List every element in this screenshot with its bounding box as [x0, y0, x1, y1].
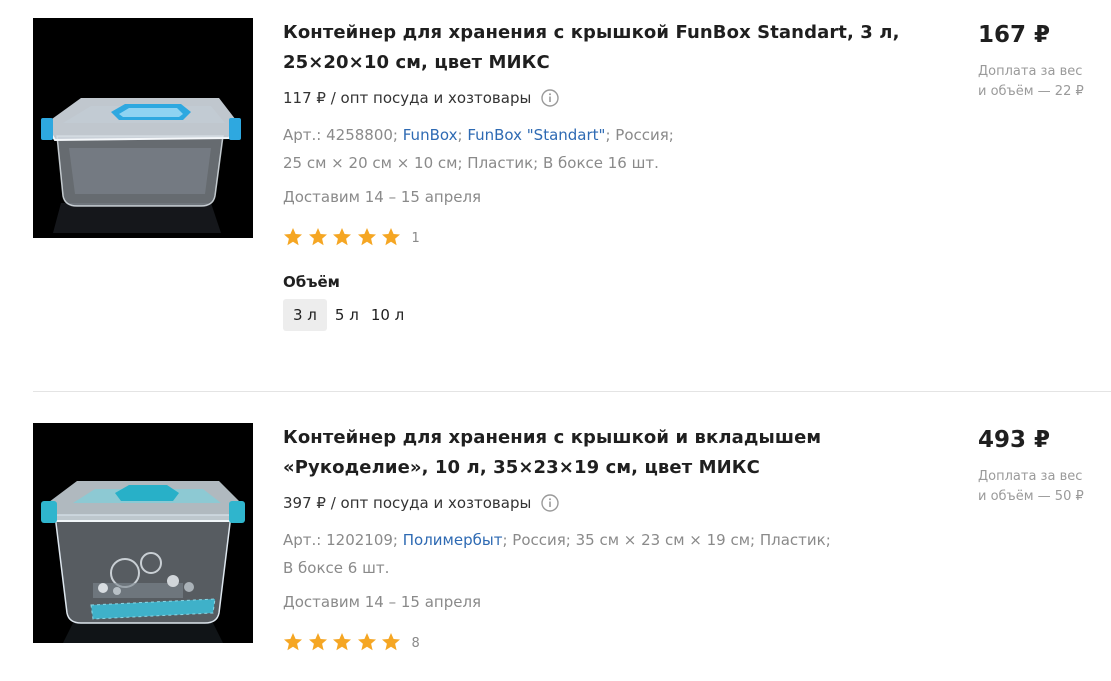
rating: 1: [283, 226, 923, 248]
rating: 8: [283, 631, 923, 653]
product-title[interactable]: Контейнер для хранения с крышкой FunBox …: [283, 18, 923, 78]
product-image[interactable]: [33, 423, 253, 643]
reviews-count[interactable]: 8: [412, 636, 420, 651]
star-icon: [284, 228, 302, 246]
product-info: Контейнер для хранения с крышкой и вклад…: [283, 423, 923, 653]
star-icon: [333, 228, 351, 246]
specs-text: В боксе 6 шт.: [283, 559, 390, 577]
info-icon[interactable]: [541, 89, 560, 107]
product-card: Контейнер для хранения с крышкой FunBox …: [0, 0, 1111, 392]
variant-option-5l[interactable]: 5 л: [331, 299, 363, 331]
product-title[interactable]: Контейнер для хранения с крышкой и вклад…: [283, 423, 923, 483]
product-info: Контейнер для хранения с крышкой FunBox …: [283, 18, 923, 331]
price: 493 ₽: [978, 427, 1051, 453]
surcharge-text: и объём — 22 ₽: [978, 84, 1084, 99]
brand-link[interactable]: FunBox: [403, 126, 458, 144]
surcharge-note: Доплата за вес и объём — 22 ₽: [978, 62, 1103, 102]
surcharge-text: и объём — 50 ₽: [978, 489, 1084, 504]
product-list: Контейнер для хранения с крышкой FunBox …: [0, 0, 1111, 681]
star-icon: [382, 228, 400, 246]
specs-text: ; Россия;: [605, 126, 674, 144]
star-icon: [308, 633, 327, 651]
surcharge-text: Доплата за вес: [978, 469, 1083, 484]
price: 167 ₽: [978, 22, 1051, 48]
delivery-date: Доставим 14 – 15 апреля: [283, 188, 482, 206]
product-specs: Арт.: 1202109; Полимербыт; Россия; 35 см…: [283, 526, 873, 582]
star-icon: [357, 228, 376, 246]
series-link[interactable]: FunBox "Standart": [467, 126, 605, 144]
specs-text: 25 см × 20 см × 10 см; Пластик; В боксе …: [283, 154, 659, 172]
title-line[interactable]: Контейнер для хранения с крышкой и вклад…: [283, 427, 821, 448]
info-icon[interactable]: [541, 494, 560, 512]
title-line[interactable]: 25×20×10 см, цвет МИКС: [283, 52, 550, 73]
variant-option-3l[interactable]: 3 л: [283, 299, 327, 331]
variant-option-10l[interactable]: 10 л: [367, 299, 408, 331]
star-icon: [308, 228, 327, 246]
wholesale-price: 397 ₽ / опт посуда и хозтовары: [283, 493, 923, 513]
star-icon: [357, 633, 376, 651]
star-icon: [284, 633, 302, 651]
price-block: 167 ₽ Доплата за вес и объём — 22 ₽: [978, 20, 1108, 102]
divider: [33, 391, 1111, 392]
variant-label: Объём: [283, 273, 340, 291]
wholesale-text: 117 ₽ / опт посуда и хозтовары: [283, 89, 532, 107]
brand-link[interactable]: Полимербыт: [403, 531, 503, 549]
reviews-count[interactable]: 1: [412, 231, 420, 246]
variant-selector: 3 л 5 л 10 л: [283, 299, 923, 331]
surcharge-note: Доплата за вес и объём — 50 ₽: [978, 467, 1103, 507]
article-number: Арт.: 1202109;: [283, 531, 398, 549]
title-line[interactable]: «Рукоделие», 10 л, 35×23×19 см, цвет МИК…: [283, 457, 760, 478]
price-block: 493 ₽ Доплата за вес и объём — 50 ₽: [978, 425, 1108, 507]
wholesale-price: 117 ₽ / опт посуда и хозтовары: [283, 88, 923, 108]
title-line[interactable]: Контейнер для хранения с крышкой FunBox …: [283, 22, 900, 43]
article-number: Арт.: 4258800;: [283, 126, 398, 144]
container-image: [33, 18, 253, 238]
surcharge-text: Доплата за вес: [978, 64, 1083, 79]
star-icon: [382, 633, 400, 651]
container-image: [33, 423, 253, 643]
specs-separator: ;: [457, 126, 463, 144]
product-image[interactable]: [33, 18, 253, 238]
star-icon: [333, 633, 351, 651]
specs-text: ; Россия; 35 см × 23 см × 19 см; Пластик…: [502, 531, 831, 549]
product-card: Контейнер для хранения с крышкой и вклад…: [0, 393, 1111, 681]
delivery-date: Доставим 14 – 15 апреля: [283, 593, 482, 611]
product-specs: Арт.: 4258800; FunBox; FunBox "Standart"…: [283, 121, 873, 177]
wholesale-text: 397 ₽ / опт посуда и хозтовары: [283, 494, 532, 512]
